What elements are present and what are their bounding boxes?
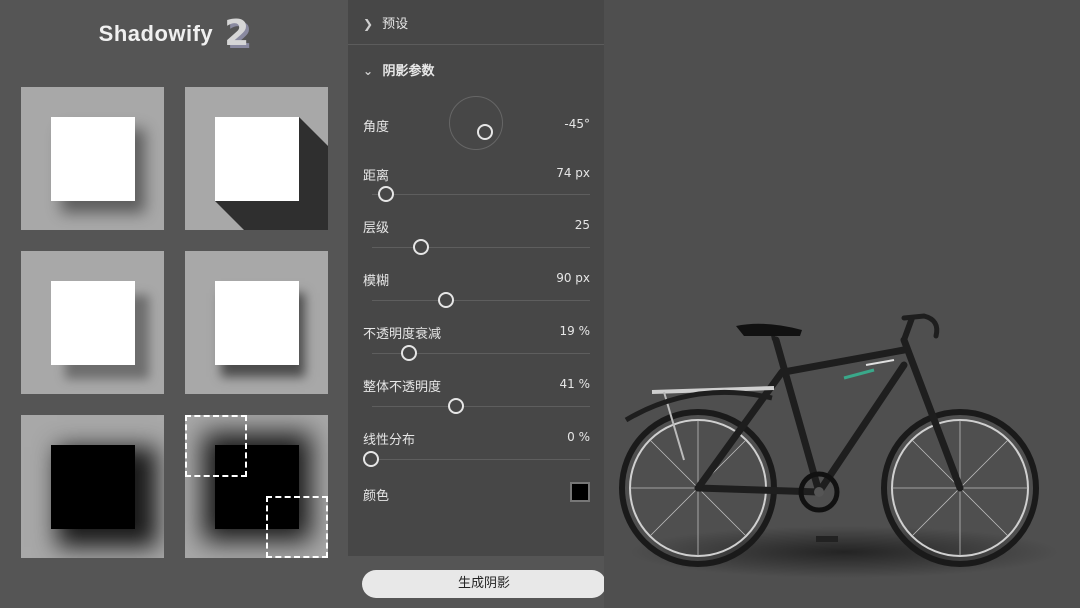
preset-tile-flat-shadow[interactable]: [21, 251, 164, 394]
blur-shadow-shape: [51, 445, 135, 529]
preset-tile-long-shadow[interactable]: [185, 87, 328, 230]
preset-gallery: Shadowify 2: [0, 0, 348, 608]
preset-tile-corner-shadow[interactable]: [185, 415, 328, 558]
chevron-right-icon: ❯: [362, 17, 374, 31]
shadow-section-label: 阴影参数: [382, 64, 435, 79]
angle-label: 角度: [363, 120, 390, 135]
generate-bar: 生成阴影: [348, 556, 620, 608]
presets-section-header[interactable]: ❯ 预设: [348, 13, 604, 32]
overall-opacity-value: 41 %: [559, 377, 591, 391]
layers-slider-track[interactable]: [372, 247, 590, 248]
blur-label: 模糊: [363, 274, 390, 289]
linear-distribution-label: 线性分布: [363, 433, 416, 448]
overall-opacity-label: 整体不透明度: [363, 380, 442, 395]
section-divider: [348, 44, 604, 45]
distance-slider-handle[interactable]: [378, 186, 394, 202]
overall-opacity-slider-track[interactable]: [372, 406, 590, 407]
corner-marker-bottom-right: [266, 496, 328, 558]
blur-slider-track[interactable]: [372, 300, 590, 301]
linear-distribution-slider-track[interactable]: [372, 459, 590, 460]
preview-canvas: [604, 0, 1080, 608]
color-label: 颜色: [363, 489, 390, 504]
app-name: Shadowify: [98, 21, 214, 46]
generate-shadow-button[interactable]: 生成阴影: [362, 570, 606, 598]
presets-section-label: 预设: [382, 17, 409, 32]
layers-label: 层级: [363, 221, 390, 236]
preset-square: [51, 281, 135, 365]
linear-distribution-slider-handle[interactable]: [363, 451, 379, 467]
distance-slider-track[interactable]: [372, 194, 590, 195]
opacity-decay-value: 19 %: [559, 324, 591, 338]
opacity-decay-slider-handle[interactable]: [401, 345, 417, 361]
distance-value: 74 px: [556, 166, 590, 180]
parameters-panel: ❯ 预设 ⌄ 阴影参数 角度 -45° 距离 74 px 层级 25 模糊 90…: [348, 0, 620, 608]
app-version-glyph: 2: [224, 13, 250, 54]
overall-opacity-slider-handle[interactable]: [448, 398, 464, 414]
preset-square: [215, 281, 299, 365]
preset-tile-curl-shadow[interactable]: [185, 251, 328, 394]
angle-dial[interactable]: [449, 96, 503, 150]
opacity-decay-label: 不透明度衰减: [363, 327, 442, 342]
preset-square: [215, 117, 299, 201]
corner-marker-top-left: [185, 415, 247, 477]
distance-label: 距离: [363, 169, 390, 184]
linear-distribution-value: 0 %: [567, 430, 590, 444]
shadow-color-swatch[interactable]: [570, 482, 590, 502]
layers-slider-handle[interactable]: [413, 239, 429, 255]
preset-tile-soft-shadow[interactable]: [21, 87, 164, 230]
chevron-down-icon: ⌄: [362, 64, 374, 78]
angle-dial-handle[interactable]: [477, 124, 493, 140]
bicycle-image: [619, 313, 1059, 578]
shadow-section-header[interactable]: ⌄ 阴影参数: [348, 60, 604, 79]
angle-value: -45°: [564, 117, 590, 131]
app-logo: Shadowify 2: [0, 14, 348, 58]
preset-tile-blur-shadow[interactable]: [21, 415, 164, 558]
preset-square: [51, 117, 135, 201]
layers-value: 25: [574, 218, 590, 232]
blur-value: 90 px: [556, 271, 590, 285]
blur-slider-handle[interactable]: [438, 292, 454, 308]
